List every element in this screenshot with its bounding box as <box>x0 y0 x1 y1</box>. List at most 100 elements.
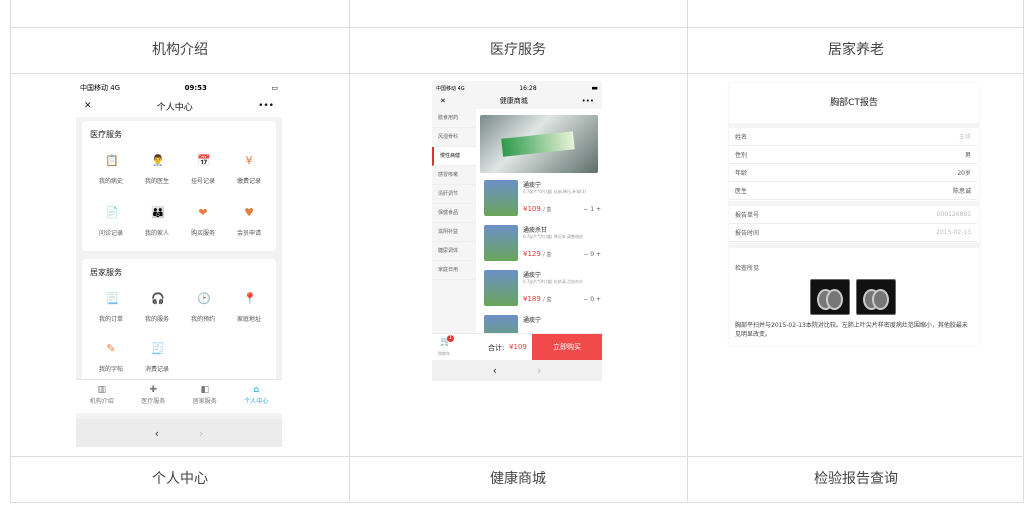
caption-org: 机构介绍 <box>152 42 208 58</box>
forward-arrow-icon[interactable]: › <box>537 364 541 377</box>
menu-item-consumption[interactable]: 🧾 消费记录 <box>134 342 180 374</box>
back-arrow-icon[interactable]: ‹ <box>155 427 159 440</box>
family-icon: 👪 <box>151 206 165 219</box>
total-value: ¥109 <box>509 343 527 351</box>
menu-item-consultation[interactable]: 📄 问诊记录 <box>88 207 134 238</box>
menu-item-family[interactable]: 👪 我的家人 <box>134 206 180 238</box>
category-item-active[interactable]: 慢性病健 <box>432 147 476 166</box>
tab-personal[interactable]: ⌂ 个人中心 <box>231 380 283 413</box>
menu-item-doctor[interactable]: 👨‍⚕️ 我的医生 <box>134 154 180 186</box>
menu-item-payment[interactable]: ¥ 缴费记录 <box>226 154 272 186</box>
location-icon: 📍 <box>243 292 257 305</box>
row-divider <box>11 73 1023 74</box>
menu-item-copybook[interactable]: ✎ 我的字帖 <box>88 342 134 374</box>
page-title: 个人中心 <box>156 102 193 113</box>
product-item[interactable]: 通痰杀甘 6.7g/片*0片/盒| 降压安,调整疏经 ¥129 / 盒 − 0 … <box>481 222 601 264</box>
more-icon[interactable]: ••• <box>582 97 594 105</box>
tab-home[interactable]: ◧ 居家服务 <box>179 380 231 413</box>
findings-text: 胸部平扫并与2015-02-13本院对比较。左肺上叶尖片样密度病灶范围缩小，其他… <box>735 322 968 338</box>
menu-item-registration[interactable]: 📅 挂号记录 <box>180 154 226 186</box>
caption-mall: 健康商城 <box>490 471 546 487</box>
tab-medical[interactable]: ✚ 医疗服务 <box>128 380 180 413</box>
receipt-icon: 🧾 <box>151 342 165 355</box>
column-divider <box>687 0 688 503</box>
product-item[interactable]: 通痰宁 <box>481 312 601 334</box>
quantity-stepper[interactable]: − 0 + <box>583 251 601 258</box>
category-item[interactable]: 滋阴补益 <box>432 223 476 242</box>
menu-item-appointment[interactable]: 🕑 我的预约 <box>180 292 226 324</box>
page-title: 健康商城 <box>499 97 528 105</box>
edit-icon: ✎ <box>106 342 116 355</box>
ct-scan-image[interactable] <box>810 279 850 315</box>
medical-services-card: 医疗服务 📋 我的病史 👨‍⚕️ 我的医生 📅 挂号记录 ¥ 缴费记录 📄 问诊记录 👪 我… <box>82 121 276 251</box>
clock-icon: 🕑 <box>197 292 211 305</box>
personal-center-screen: 中国移动 4G 09:53 ▭ ✕ 个人中心 ••• 医疗服务 📋 我的病史 👨‍… <box>76 81 282 447</box>
more-icon[interactable]: ••• <box>258 101 274 111</box>
clock-label: 09:53 <box>184 84 207 92</box>
menu-item-history[interactable]: 📋 我的病史 <box>88 154 134 186</box>
home-icon: ⌂ <box>253 385 260 395</box>
yuan-icon: ¥ <box>245 154 253 167</box>
battery-icon: ▭ <box>271 84 278 92</box>
cart-label: 购物车 <box>438 351 450 356</box>
category-item[interactable]: 保健食品 <box>432 204 476 223</box>
category-item[interactable]: 清肝调节 <box>432 185 476 204</box>
heart-icon: ♥ <box>244 206 254 219</box>
nav-bar: ✕ 个人中心 ••• <box>76 95 282 117</box>
product-image <box>484 270 518 306</box>
caption-report: 检验报告查询 <box>814 471 898 487</box>
quantity-stepper[interactable]: − 1 + <box>583 206 601 213</box>
ct-report-screen: 胸部CT报告 姓名 王华 性别男 年龄 20岁 医生 陈思诚 报告单号 00012689… <box>729 83 979 345</box>
forward-arrow-icon[interactable]: › <box>199 427 203 440</box>
close-icon[interactable]: ✕ <box>440 97 446 105</box>
menu-item-address[interactable]: 📍 家庭地址 <box>226 292 272 324</box>
report-field-row: 报告时间 2015-02-13 <box>729 224 977 242</box>
quantity-stepper[interactable]: − 0 + <box>583 296 601 303</box>
report-field-row: 医生 陈思诚 <box>729 182 977 200</box>
product-image <box>484 315 518 334</box>
row-divider <box>11 502 1023 503</box>
close-icon[interactable]: ✕ <box>84 101 92 111</box>
product-price: ¥109 / 盒 <box>523 205 552 213</box>
report-field-row: 报告单号 000126891 <box>729 206 977 224</box>
section-gap <box>729 243 979 248</box>
calendar-icon: 📅 <box>197 154 211 167</box>
product-image <box>484 225 518 261</box>
buy-now-button[interactable]: 立即购买 <box>532 334 602 360</box>
ct-scan-image[interactable] <box>856 279 896 315</box>
health-mall-screen: 中国移动 4G 16:28 ▬ ✕ 健康商城 ••• 膳食用药 风湿骨科 慢性病… <box>432 81 602 381</box>
menu-item-my-service[interactable]: 🎧 我的服务 <box>134 292 180 324</box>
menu-item-buy-service[interactable]: ❤ 购买服务 <box>180 207 226 238</box>
total-label: 合计: <box>488 344 505 352</box>
doctor-icon: 👨‍⚕️ <box>151 154 165 167</box>
product-price: ¥189 / 盒 <box>523 295 552 303</box>
category-item[interactable]: 家庭日用 <box>432 261 476 280</box>
product-item[interactable]: 通痰宁 6.7g/片*0片/盒| 化痰清,活血杂炎 ¥189 / 盒 − 0 + <box>481 267 601 309</box>
promo-banner-image[interactable] <box>480 115 598 173</box>
column-divider <box>349 0 350 503</box>
door-icon: ◧ <box>200 385 209 395</box>
order-icon: 📃 <box>105 292 119 305</box>
category-item[interactable]: 膳食用药 <box>432 109 476 128</box>
caption-med: 医疗服务 <box>490 42 546 58</box>
report-field-row: 年龄 20岁 <box>729 164 977 182</box>
tab-org[interactable]: ▥ 机构介绍 <box>76 380 128 413</box>
category-item[interactable]: 风湿骨科 <box>432 128 476 147</box>
browser-nav-bar: ‹ › <box>432 360 602 381</box>
history-icon: 📋 <box>105 154 119 167</box>
product-item[interactable]: 通痰宁 6.7g/片*0片/盒| 化痰,降压,补肾(3) ¥109 / 盒 − … <box>481 177 601 219</box>
section-title: 居家服务 <box>90 268 122 277</box>
menu-item-orders[interactable]: 📃 我的订单 <box>88 292 134 324</box>
back-arrow-icon[interactable]: ‹ <box>493 364 497 377</box>
category-item[interactable]: 感冒咳嗽 <box>432 166 476 185</box>
caption-home: 居家养老 <box>828 42 884 58</box>
category-sidebar: 膳食用药 风湿骨科 慢性病健 感冒咳嗽 清肝调节 保健食品 滋阴补益 糖尿调体 … <box>432 109 476 335</box>
headset-icon: 🎧 <box>151 292 165 305</box>
product-image <box>484 180 518 216</box>
cart-badge: 1 <box>447 335 454 342</box>
status-bar: 中国移动 4G 09:53 ▭ <box>76 81 282 95</box>
menu-item-membership[interactable]: ♥ 会员申请 <box>226 206 272 238</box>
category-item[interactable]: 糖尿调体 <box>432 242 476 261</box>
carrier-label: 中国移动 4G <box>80 84 121 92</box>
findings-title: 检查所见 <box>735 265 760 272</box>
